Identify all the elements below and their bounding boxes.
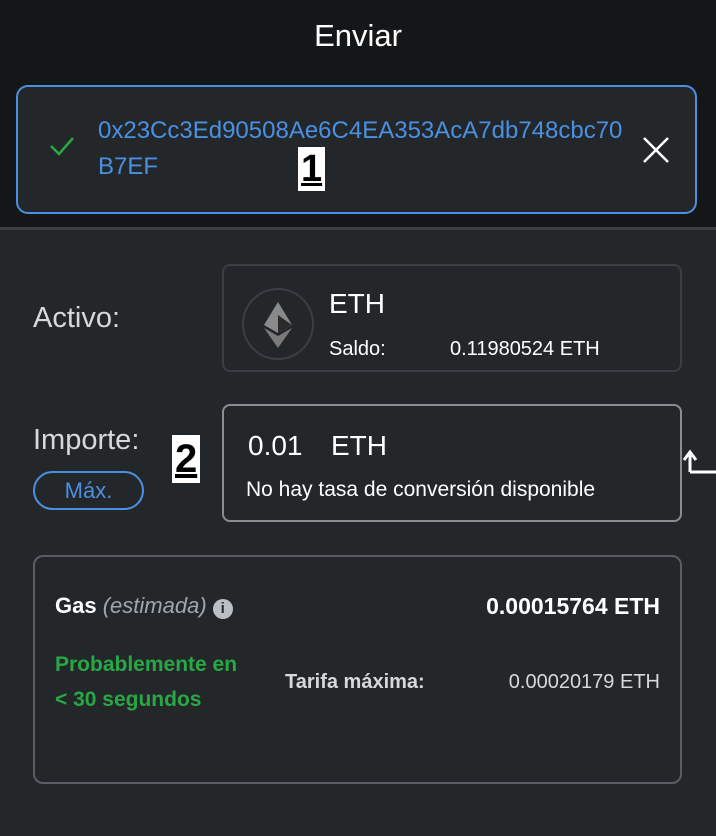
annotation-marker-2: 2 [172, 435, 201, 483]
asset-symbol: ETH [329, 288, 385, 319]
max-fee-value: 0.00020179 ETH [508, 671, 660, 693]
balance-label: Saldo: [329, 338, 386, 360]
gas-label: Gas [55, 593, 97, 618]
asset-selector[interactable]: ETH Saldo: 0.11980524 ETH [222, 264, 682, 372]
gas-estimated: (estimada) [102, 593, 207, 618]
max-button[interactable]: Máx. [33, 471, 144, 510]
eth-icon [242, 288, 314, 360]
amount-value: 0.01 [248, 430, 303, 461]
asset-label: Activo: [33, 302, 121, 334]
header: Enviar 0x23Cc3Ed90508Ae6C4EA353AcA7db748… [0, 0, 716, 230]
gas-speed: Probablemente en [55, 653, 238, 676]
gas-title: Gas (estimada) i [55, 593, 233, 619]
balance-value: 0.11980524 ETH [450, 338, 600, 360]
page-title: Enviar [314, 18, 402, 53]
amount-label: Importe: [33, 424, 140, 456]
info-icon[interactable]: i [212, 599, 233, 619]
amount-unit: ETH [331, 430, 387, 461]
max-fee-label: Tarifa máxima: [285, 671, 425, 693]
swap-icon[interactable] [682, 446, 716, 476]
gas-speed-time: < 30 segundos [55, 688, 202, 711]
gas-panel: Gas (estimada) i 0.00015764 ETH Probable… [33, 555, 682, 784]
check-icon [50, 137, 74, 156]
conversion-text: No hay tasa de conversión disponible [246, 478, 596, 501]
gas-value: 0.00015764 ETH [486, 593, 660, 619]
annotation-marker-1: 1 [298, 147, 326, 191]
amount-input[interactable]: 0.01 ETH No hay tasa de conversión dispo… [222, 404, 682, 522]
recipient-field[interactable]: 0x23Cc3Ed90508Ae6C4EA353AcA7db748cbc70B7… [16, 85, 697, 214]
recipient-address: 0x23Cc3Ed90508Ae6C4EA353AcA7db748cbc70B7… [98, 117, 623, 180]
close-icon[interactable] [641, 135, 671, 165]
